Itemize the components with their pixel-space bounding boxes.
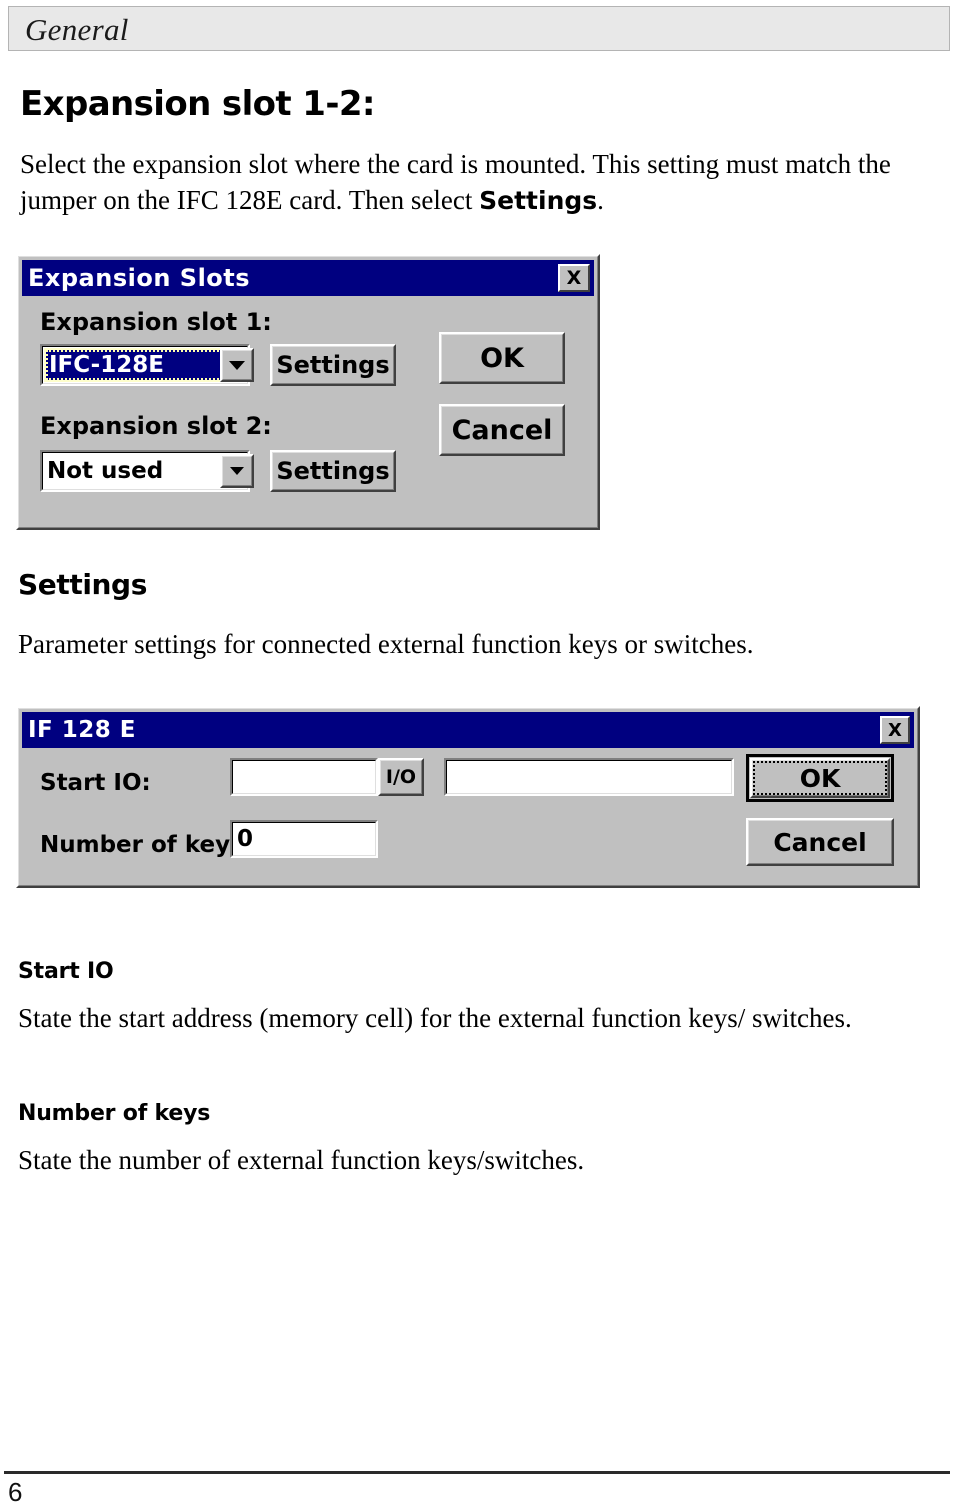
paragraph-expansion-slot-part2: . — [597, 185, 604, 215]
address-input[interactable] — [444, 758, 734, 796]
combobox-expansion-slot-2[interactable]: Not used — [40, 450, 250, 492]
label-expansion-slot-2: Expansion slot 2: — [40, 412, 272, 440]
cancel-button[interactable]: Cancel — [439, 404, 565, 456]
combobox-expansion-slot-1-value: IFC-128E — [49, 352, 164, 378]
combobox-expansion-slot-1[interactable]: IFC-128E — [40, 344, 250, 386]
heading-settings: Settings — [18, 568, 147, 601]
start-io-input[interactable] — [230, 758, 378, 796]
settings-button-slot-1[interactable]: Settings — [270, 344, 396, 386]
heading-start-io: Start IO — [18, 959, 114, 984]
dialog-expansion-slots: Expansion Slots X Expansion slot 1: IFC-… — [16, 254, 600, 530]
dialog-if128e-titlebar[interactable]: IF 128 E X — [22, 712, 914, 748]
combobox-expansion-slot-1-selected-item[interactable]: IFC-128E — [44, 348, 236, 382]
number-of-keys-input-value: 0 — [237, 826, 254, 852]
chevron-down-icon[interactable] — [220, 454, 254, 488]
number-of-keys-input[interactable]: 0 — [230, 820, 378, 858]
paragraph-start-io: State the start address (memory cell) fo… — [18, 1003, 852, 1033]
dialog-expansion-slots-title: Expansion Slots — [28, 264, 251, 292]
label-start-io: Start IO: — [40, 770, 151, 796]
paragraph-settings: Parameter settings for connected externa… — [18, 629, 754, 659]
heading-expansion-slot: Expansion slot 1-2: — [20, 84, 376, 124]
io-button[interactable]: I/O — [378, 758, 424, 796]
footer-divider — [4, 1471, 950, 1474]
ok-button-default-frame: OK — [746, 754, 894, 802]
paragraph-expansion-slot-emphasis: Settings — [479, 186, 598, 215]
paragraph-expansion-slot: Select the expansion slot where the card… — [20, 146, 940, 219]
ok-button[interactable]: OK — [439, 332, 565, 384]
close-icon[interactable]: X — [558, 264, 590, 292]
page-number: 6 — [8, 1477, 23, 1507]
settings-button-slot-2[interactable]: Settings — [270, 450, 396, 492]
label-expansion-slot-1: Expansion slot 1: — [40, 308, 272, 336]
label-number-of-keys: Number of keys: — [40, 832, 253, 858]
cancel-button[interactable]: Cancel — [746, 818, 894, 866]
dialog-if128e: IF 128 E X Start IO: I/O Number of keys:… — [16, 706, 920, 888]
chevron-down-icon[interactable] — [220, 348, 254, 382]
paragraph-expansion-slot-part1: Select the expansion slot where the card… — [20, 149, 891, 215]
paragraph-number-of-keys: State the number of external function ke… — [18, 1145, 585, 1175]
header-title: General — [25, 12, 129, 47]
running-header: General — [8, 6, 950, 51]
dialog-if128e-title: IF 128 E — [28, 717, 137, 743]
heading-number-of-keys: Number of keys — [18, 1101, 211, 1126]
ok-button[interactable]: OK — [750, 758, 890, 798]
dialog-expansion-slots-titlebar[interactable]: Expansion Slots X — [22, 260, 594, 296]
combobox-expansion-slot-2-value: Not used — [47, 458, 164, 484]
close-icon[interactable]: X — [880, 716, 910, 744]
